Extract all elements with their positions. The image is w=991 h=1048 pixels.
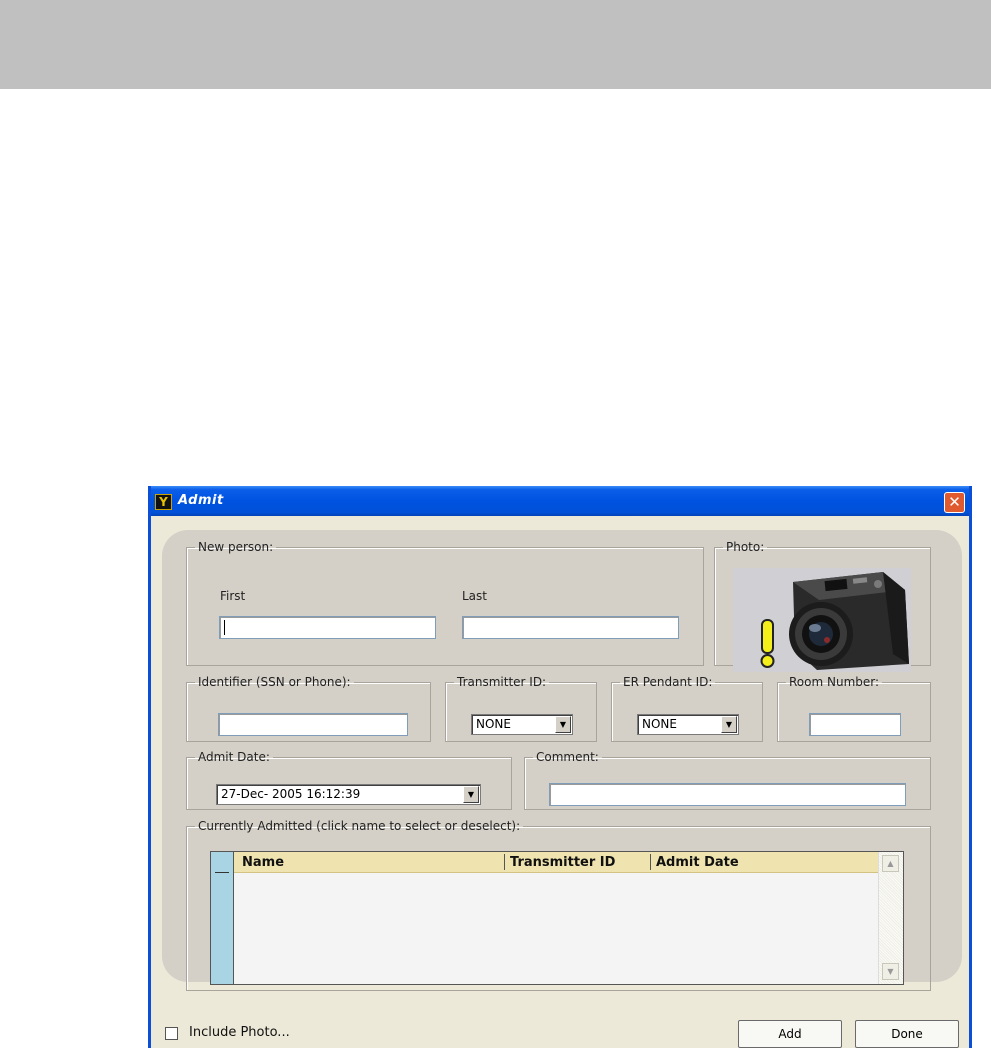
last-label: Last [462, 589, 487, 603]
comment-input[interactable] [549, 783, 906, 806]
admitted-legend: Currently Admitted (click name to select… [198, 819, 521, 833]
er-pendant-legend: ER Pendant ID: [623, 675, 713, 689]
admit-date-legend: Admit Date: [198, 750, 270, 764]
first-name-input[interactable] [219, 616, 436, 639]
chevron-down-icon[interactable]: ▼ [463, 786, 479, 803]
table-header: Name Transmitter ID Admit Date [234, 852, 878, 873]
transmitter-legend: Transmitter ID: [457, 675, 547, 689]
admitted-group: Currently Admitted (click name to select… [186, 819, 931, 991]
top-gray-band [0, 0, 991, 89]
chevron-down-icon[interactable]: ▼ [555, 716, 571, 733]
column-header-transmitter-id[interactable]: Transmitter ID [510, 855, 615, 870]
app-icon: Y [155, 494, 172, 510]
er-pendant-select[interactable]: NONE ▼ [637, 714, 739, 735]
close-button[interactable]: ✕ [944, 492, 965, 513]
main-panel: New person: First Last Photo: Identifier… [162, 530, 962, 991]
photo-group: Photo: [714, 540, 931, 672]
new-person-group: New person: First Last [186, 540, 704, 666]
room-number-group: Room Number: [777, 675, 931, 742]
add-button[interactable]: Add [738, 1020, 842, 1048]
vertical-scrollbar[interactable]: ▲ ▼ [878, 852, 903, 984]
first-label: First [220, 589, 246, 603]
row-header-column [211, 852, 234, 984]
row-header-dash [215, 872, 229, 873]
scroll-down-icon[interactable]: ▼ [882, 963, 899, 980]
scroll-up-icon[interactable]: ▲ [882, 855, 899, 872]
window-title: Admit [178, 493, 224, 508]
column-divider [504, 854, 505, 870]
transmitter-select[interactable]: NONE ▼ [471, 714, 573, 735]
identifier-legend: Identifier (SSN or Phone): [198, 675, 351, 689]
camera-illustration [760, 572, 909, 670]
admit-window: Y Admit ✕ New person: First Last Photo: [148, 486, 972, 1048]
column-divider [650, 854, 651, 870]
er-pendant-group: ER Pendant ID: NONE ▼ [611, 675, 763, 742]
column-header-admit-date[interactable]: Admit Date [656, 855, 739, 870]
transmitter-group: Transmitter ID: NONE ▼ [445, 675, 597, 742]
transmitter-value: NONE [476, 717, 511, 731]
comment-group: Comment: [524, 750, 931, 810]
er-pendant-value: NONE [642, 717, 677, 731]
title-bar[interactable]: Y Admit ✕ [151, 486, 969, 516]
include-photo-label: Include Photo... [189, 1025, 290, 1040]
text-caret [224, 620, 225, 635]
column-header-name[interactable]: Name [242, 855, 284, 870]
admit-date-group: Admit Date: 27-Dec- 2005 16:12:39 ▼ [186, 750, 512, 810]
done-button[interactable]: Done [855, 1020, 959, 1048]
room-number-legend: Room Number: [789, 675, 880, 689]
admitted-table[interactable]: Name Transmitter ID Admit Date ▲ ▼ [210, 851, 904, 985]
chevron-down-icon[interactable]: ▼ [721, 716, 737, 733]
identifier-group: Identifier (SSN or Phone): [186, 675, 431, 742]
last-name-input[interactable] [462, 616, 679, 639]
admit-date-picker[interactable]: 27-Dec- 2005 16:12:39 ▼ [216, 784, 481, 805]
comment-legend: Comment: [536, 750, 599, 764]
identifier-input[interactable] [218, 713, 408, 736]
photo-legend: Photo: [726, 540, 765, 554]
new-person-legend: New person: [198, 540, 274, 554]
include-photo-checkbox[interactable] [165, 1027, 178, 1040]
camera-warning-icon[interactable] [733, 568, 911, 672]
admit-date-value: 27-Dec- 2005 16:12:39 [221, 787, 361, 801]
room-number-input[interactable] [809, 713, 901, 736]
